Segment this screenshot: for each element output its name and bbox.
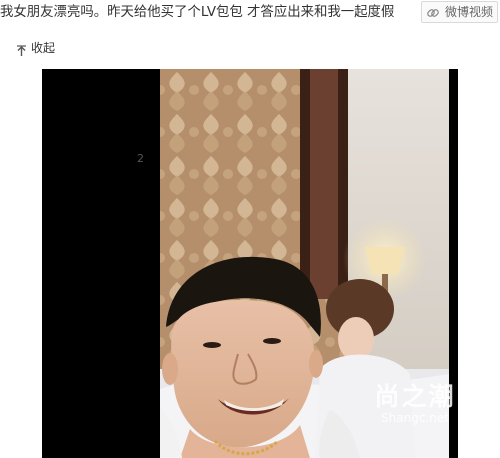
- post-header: 我女朋友漂亮吗。昨天给他买了个LV包包 才答应出来和我一起度假 微博视频: [0, 0, 500, 26]
- watermark: 尚之潮 Shangc.net: [360, 382, 458, 426]
- link-icon: [426, 5, 440, 19]
- collapse-button[interactable]: 收起: [16, 39, 55, 57]
- arrow-up-icon: [16, 42, 27, 56]
- weibo-post-view: 我女朋友漂亮吗。昨天给他买了个LV包包 才答应出来和我一起度假 微博视频 收起 …: [0, 0, 500, 458]
- watermark-sub: Shangc.net: [381, 411, 449, 425]
- watermark-main: 尚之潮: [374, 382, 456, 411]
- weibo-video-label: 微博视频: [445, 5, 494, 19]
- photo-viewer[interactable]: 2 尚之潮 Shangc.net: [42, 69, 458, 458]
- page-number: 2: [137, 152, 144, 165]
- post-text: 我女朋友漂亮吗。昨天给他买了个LV包包 才答应出来和我一起度假: [0, 5, 395, 20]
- collapse-label: 收起: [31, 41, 56, 55]
- weibo-video-button[interactable]: 微博视频: [421, 1, 498, 23]
